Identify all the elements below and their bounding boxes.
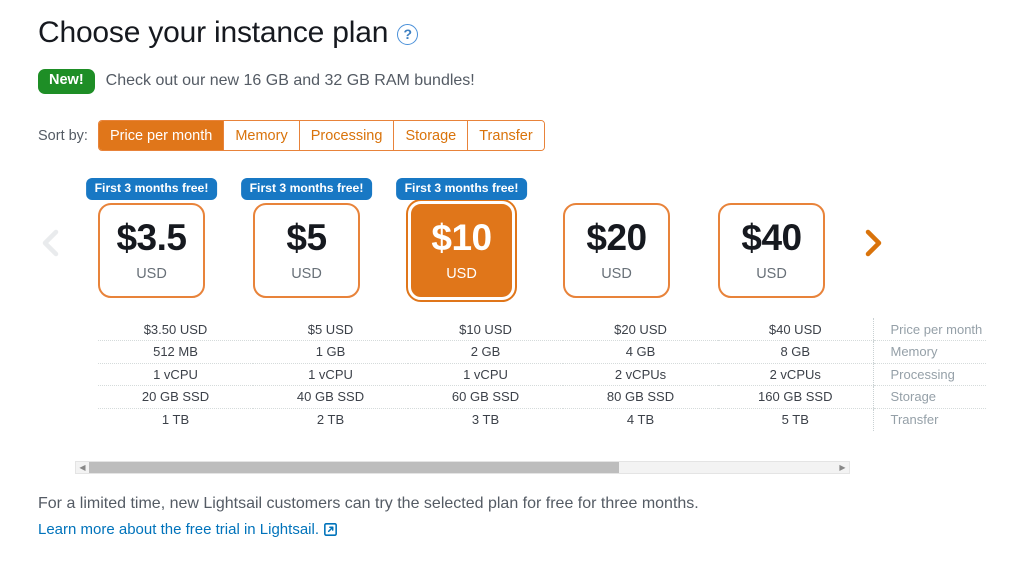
- table-cell: 40 GB SSD: [253, 385, 408, 409]
- table-cell: 4 GB: [563, 340, 718, 364]
- table-cell: $20 USD: [563, 318, 718, 341]
- table-cell: 1 vCPU: [253, 363, 408, 386]
- plan-currency: USD: [446, 266, 477, 282]
- table-cell: $3.50 USD: [98, 318, 253, 341]
- table-cell: 1 GB: [253, 340, 408, 364]
- scrollbar-track[interactable]: [89, 462, 836, 473]
- page-header: Choose your instance plan ?: [38, 16, 419, 49]
- plan-card-wrap: First 3 months free! $10 USD: [395, 178, 528, 308]
- free-trial-badge: First 3 months free!: [85, 178, 218, 201]
- table-row-label: Transfer: [872, 408, 986, 431]
- scrollbar-thumb[interactable]: [89, 462, 620, 473]
- table-row: 512 MB 1 GB 2 GB 4 GB 8 GB Memory: [98, 340, 986, 364]
- table-cell: $40 USD: [718, 318, 873, 341]
- plan-card-wrap: $20 USD: [563, 178, 670, 308]
- triangle-right-icon[interactable]: ▶: [836, 462, 849, 473]
- plan-currency: USD: [601, 266, 632, 282]
- sort-by-segmented-group: Price per month Memory Processing Storag…: [97, 120, 545, 151]
- table-row-label: Storage: [872, 385, 986, 409]
- table-cell: 20 GB SSD: [98, 385, 253, 409]
- new-announcement-text: Check out our new 16 GB and 32 GB RAM bu…: [105, 72, 475, 90]
- new-announcement: New! Check out our new 16 GB and 32 GB R…: [38, 69, 475, 94]
- table-cell: $5 USD: [253, 318, 408, 341]
- question-circle-icon[interactable]: ?: [397, 24, 419, 45]
- table-row: $3.50 USD $5 USD $10 USD $20 USD $40 USD Pric…: [98, 318, 986, 341]
- plan-carousel: First 3 months free! $3.5 USD First 3 mo…: [0, 178, 1024, 308]
- table-cell: 2 vCPUs: [563, 363, 718, 386]
- table-row-label: Processing: [872, 363, 986, 386]
- table-cell: 1 TB: [161, 412, 190, 427]
- table-cell: 1 vCPU: [98, 363, 253, 386]
- plan-price: $3.5: [116, 217, 187, 258]
- free-trial-link-row: Learn more about the free trial in Light…: [38, 521, 337, 538]
- sort-by-control: Sort by: Price per month Memory Processi…: [38, 120, 545, 151]
- sort-tab-storage[interactable]: Storage: [394, 121, 469, 150]
- table-cell: 4 TB: [626, 412, 655, 427]
- page-title: Choose your instance plan: [38, 16, 389, 49]
- table-cell: 3 TB: [471, 412, 500, 427]
- plan-card-10-selected[interactable]: $10 USD: [406, 199, 517, 302]
- table-row-label: Price per month: [872, 318, 986, 341]
- table-cell: 80 GB SSD: [563, 385, 718, 409]
- learn-more-link[interactable]: Learn more about the free trial in Light…: [38, 521, 319, 538]
- instance-plan-page: Choose your instance plan ? New! Check o…: [0, 0, 1024, 561]
- external-link-icon[interactable]: [324, 523, 337, 536]
- table-row: 1 TB 2 TB 3 TB 4 TB 5 TB Transfer: [98, 408, 986, 431]
- plan-currency: USD: [756, 266, 787, 282]
- sort-tab-memory[interactable]: Memory: [224, 121, 300, 150]
- sort-tab-price-per-month[interactable]: Price per month: [98, 121, 225, 150]
- table-cell: $10 USD: [408, 318, 563, 341]
- plan-currency: USD: [291, 266, 322, 282]
- sort-tab-transfer[interactable]: Transfer: [468, 121, 544, 150]
- plan-card-wrap: $40 USD: [718, 178, 825, 308]
- plan-price: $20: [586, 217, 647, 258]
- plan-card-5[interactable]: $5 USD: [253, 203, 360, 298]
- plan-card-wrap: First 3 months free! $3.5 USD: [85, 178, 218, 308]
- free-trial-badge: First 3 months free!: [395, 178, 528, 201]
- table-cell: 5 TB: [781, 412, 809, 427]
- free-trial-badge: First 3 months free!: [240, 178, 373, 201]
- table-cell: 60 GB SSD: [408, 385, 563, 409]
- table-cell: 1 vCPU: [408, 363, 563, 386]
- plan-card-list: First 3 months free! $3.5 USD First 3 mo…: [85, 178, 838, 308]
- table-cell: 512 MB: [98, 340, 253, 364]
- table-row: 1 vCPU 1 vCPU 1 vCPU 2 vCPUs 2 vCPUs Processi…: [98, 363, 986, 386]
- table-cell: 160 GB SSD: [718, 385, 873, 409]
- plan-price: $5: [286, 217, 327, 258]
- plan-card-40[interactable]: $40 USD: [718, 203, 825, 298]
- table-cell: 2 vCPUs: [718, 363, 873, 386]
- plan-currency: USD: [136, 266, 167, 282]
- horizontal-scrollbar[interactable]: ◀ ▶: [75, 461, 850, 474]
- new-badge: New!: [38, 69, 95, 94]
- plan-spec-table: $3.50 USD $5 USD $10 USD $20 USD $40 USD Pric…: [98, 318, 986, 431]
- table-cell: 2 TB: [316, 412, 345, 427]
- plan-price: $40: [741, 217, 802, 258]
- plan-card-wrap: First 3 months free! $5 USD: [240, 178, 373, 308]
- plan-card-3-5[interactable]: $3.5 USD: [98, 203, 205, 298]
- free-trial-note: For a limited time, new Lightsail custom…: [38, 495, 699, 512]
- sort-by-label: Sort by:: [38, 127, 88, 144]
- table-cell: 2 GB: [408, 340, 563, 364]
- plan-price: $10: [431, 217, 492, 258]
- chevron-left-icon[interactable]: [40, 226, 62, 260]
- table-row-label: Memory: [872, 340, 986, 364]
- table-cell: 8 GB: [718, 340, 873, 364]
- plan-card-20[interactable]: $20 USD: [563, 203, 670, 298]
- sort-tab-processing[interactable]: Processing: [299, 121, 395, 150]
- triangle-left-icon[interactable]: ◀: [76, 462, 89, 473]
- chevron-right-icon[interactable]: [862, 226, 884, 260]
- table-row: 20 GB SSD 40 GB SSD 60 GB SSD 80 GB SSD 160 …: [98, 385, 986, 409]
